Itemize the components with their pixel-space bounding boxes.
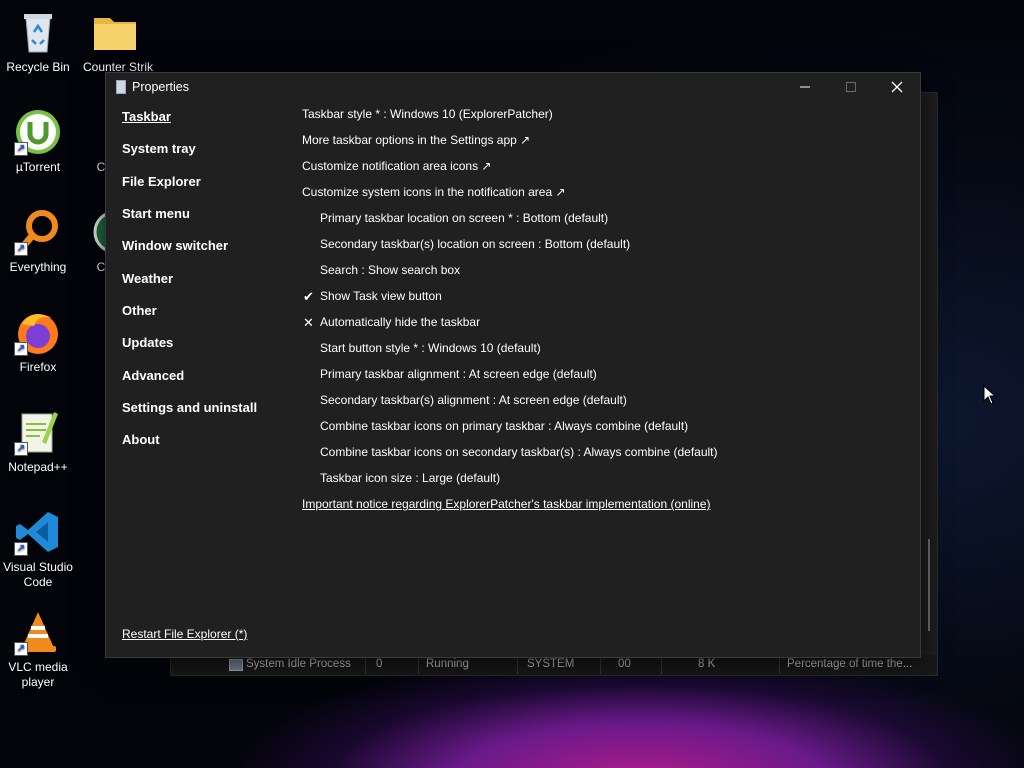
notepadpp-icon: ↗: [14, 408, 62, 456]
process-pid: 0: [376, 658, 383, 670]
minimize-button[interactable]: [782, 73, 828, 101]
desktop-icon-vlc[interactable]: ↗ VLC media player: [1, 608, 75, 690]
option-search[interactable]: Search : Show search box: [320, 263, 460, 277]
desktop-icon-everything[interactable]: ↗ Everything: [1, 208, 75, 275]
option-combine-secondary[interactable]: Combine taskbar icons on secondary taskb…: [320, 445, 718, 459]
process-row[interactable]: System Idle Process 0 Running SYSTEM 00 …: [171, 655, 937, 675]
nav-item-system-tray[interactable]: System tray: [122, 141, 196, 156]
process-name: System Idle Process: [246, 658, 351, 670]
process-icon: [229, 659, 243, 671]
shortcut-arrow-icon: ↗: [14, 642, 28, 656]
option-taskbar-style[interactable]: Taskbar style * : Windows 10 (ExplorerPa…: [302, 107, 553, 121]
option-auto-hide-taskbar[interactable]: Automatically hide the taskbar: [320, 315, 480, 329]
minimize-icon: [800, 86, 810, 88]
close-button[interactable]: [874, 73, 920, 101]
utorrent-icon: ↗: [14, 108, 62, 156]
nav-item-updates[interactable]: Updates: [122, 335, 173, 350]
desktop-icon-notepadpp[interactable]: ↗ Notepad++: [1, 408, 75, 475]
nav-item-settings-uninstall[interactable]: Settings and uninstall: [122, 400, 257, 415]
nav-item-about[interactable]: About: [122, 432, 160, 447]
nav-item-advanced[interactable]: Advanced: [122, 368, 184, 383]
option-notification-icons-link[interactable]: Customize notification area icons ↗: [302, 159, 491, 173]
shortcut-arrow-icon: ↗: [14, 542, 28, 556]
nav-item-other[interactable]: Other: [122, 303, 157, 318]
desktop-icon-firefox[interactable]: ↗ Firefox: [1, 308, 75, 375]
folder-icon: [91, 8, 139, 56]
process-description: Percentage of time the...: [787, 658, 913, 670]
notice-link[interactable]: Important notice regarding ExplorerPatch…: [302, 497, 711, 511]
restart-explorer-link[interactable]: Restart File Explorer (*): [122, 627, 247, 641]
process-status: Running: [426, 658, 469, 670]
nav-item-taskbar[interactable]: Taskbar: [122, 109, 171, 124]
shortcut-arrow-icon: ↗: [14, 342, 28, 356]
properties-window[interactable]: Properties Taskbar System tray File Expl…: [105, 72, 930, 658]
title-bar[interactable]: Properties: [106, 73, 920, 101]
nav-item-weather[interactable]: Weather: [122, 271, 173, 286]
option-primary-alignment[interactable]: Primary taskbar alignment : At screen ed…: [320, 367, 597, 381]
maximize-button[interactable]: [828, 73, 874, 101]
desktop-icon-label: Notepad++: [8, 460, 68, 474]
shortcut-arrow-icon: ↗: [14, 442, 28, 456]
desktop-icon-vscode[interactable]: ↗ Visual Studio Code: [1, 508, 75, 590]
desktop-icon-label: µTorrent: [15, 160, 61, 174]
process-memory: 8 K: [698, 658, 716, 670]
option-combine-primary[interactable]: Combine taskbar icons on primary taskbar…: [320, 419, 688, 433]
option-task-view-button[interactable]: Show Task view button: [320, 289, 442, 303]
option-secondary-alignment[interactable]: Secondary taskbar(s) alignment : At scre…: [320, 393, 627, 407]
recycle-bin-icon: [14, 8, 62, 56]
option-primary-location[interactable]: Primary taskbar location on screen * : B…: [320, 211, 608, 225]
option-secondary-location[interactable]: Secondary taskbar(s) location on screen …: [320, 237, 630, 251]
checkmark-icon: ✔: [303, 289, 314, 304]
desktop-icon-label: Recycle Bin: [6, 60, 70, 74]
scrollbar[interactable]: [928, 539, 930, 631]
firefox-icon: ↗: [14, 308, 62, 356]
option-icon-size[interactable]: Taskbar icon size : Large (default): [320, 471, 500, 485]
option-system-icons-link[interactable]: Customize system icons in the notificati…: [302, 185, 566, 199]
desktop-icon-counter-strike-folder[interactable]: Counter Strik: [78, 8, 153, 75]
process-user: SYSTEM: [527, 658, 575, 670]
nav-item-window-switcher[interactable]: Window switcher: [122, 238, 228, 253]
shortcut-arrow-icon: ↗: [14, 242, 28, 256]
vlc-icon: ↗: [14, 608, 62, 656]
shortcut-arrow-icon: ↗: [14, 142, 28, 156]
desktop-icon-recycle-bin[interactable]: Recycle Bin: [1, 8, 75, 75]
mouse-cursor-icon: [983, 385, 997, 405]
app-icon: [116, 80, 126, 94]
maximize-icon: [846, 82, 856, 92]
window-title: Properties: [132, 80, 189, 94]
desktop-icon-label: Visual Studio Code: [3, 560, 73, 589]
option-settings-app-link[interactable]: More taskbar options in the Settings app…: [302, 133, 530, 147]
nav-item-start-menu[interactable]: Start menu: [122, 206, 190, 221]
desktop-icon-utorrent[interactable]: ↗ µTorrent: [1, 108, 75, 175]
vscode-icon: ↗: [14, 508, 62, 556]
everything-search-icon: ↗: [14, 208, 62, 256]
close-icon: [891, 81, 903, 93]
option-start-button-style[interactable]: Start button style * : Windows 10 (defau…: [320, 341, 541, 355]
nav-item-file-explorer[interactable]: File Explorer: [122, 174, 201, 189]
desktop-icon-label: VLC media player: [8, 660, 68, 689]
process-cpu: 00: [618, 658, 631, 670]
desktop-icon-label: Firefox: [19, 360, 57, 374]
cross-icon: ✕: [303, 315, 314, 330]
desktop-icon-label: Everything: [9, 260, 67, 274]
